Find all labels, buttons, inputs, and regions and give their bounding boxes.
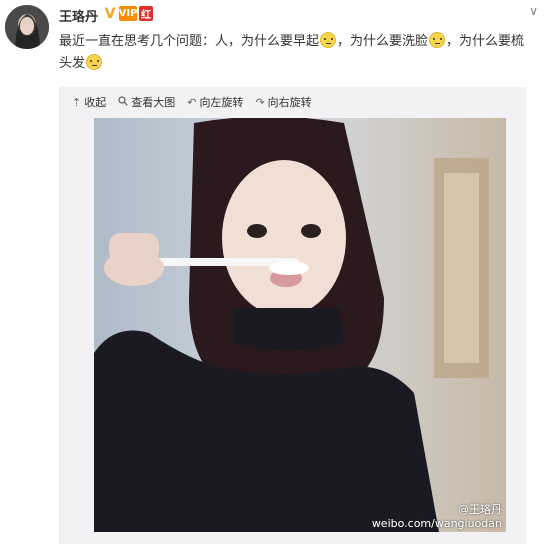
- awkward-smile-emoji-icon: [86, 54, 103, 70]
- post-text: 最近一直在思考几个问题：人，为什么要早起 ，为什么要洗脸 ，为什么要梳头发: [59, 31, 537, 75]
- post-photo[interactable]: @王珞丹 weibo.com/wangluodan: [94, 118, 506, 532]
- post-text-part: ，为什么要洗脸: [337, 34, 429, 49]
- watermark-handle: @王珞丹: [458, 503, 502, 516]
- rotate-left-label: 向左旋转: [199, 96, 244, 109]
- user-badges: V VIP 红: [103, 6, 153, 22]
- red-envelope-badge-icon[interactable]: 红: [139, 6, 153, 21]
- vip-badge-icon[interactable]: VIP: [119, 6, 137, 21]
- media-card: ⇡ 收起 查看大图 ↶ 向左旋转 ↷ 向右旋转 @王珞丹 weibo.com/w…: [59, 87, 526, 544]
- media-toolbar: ⇡ 收起 查看大图 ↶ 向左旋转 ↷ 向右旋转: [72, 94, 312, 110]
- rotate-right-icon: ↷: [255, 95, 265, 109]
- magnifier-icon: [118, 95, 128, 109]
- watermark-url: weibo.com/wangluodan: [371, 517, 502, 530]
- image-watermark: @王珞丹 weibo.com/wangluodan: [372, 501, 502, 530]
- rotate-left-button[interactable]: ↶ 向左旋转: [187, 94, 243, 110]
- verified-badge-icon[interactable]: V: [103, 6, 117, 22]
- awkward-smile-emoji-icon: [320, 32, 337, 48]
- avatar[interactable]: [5, 5, 49, 49]
- rotate-left-icon: ↶: [187, 95, 197, 109]
- avatar-image: [5, 5, 49, 49]
- selfie-photo: [94, 118, 506, 532]
- rotate-right-button[interactable]: ↷ 向右旋转: [255, 94, 311, 110]
- rotate-right-label: 向右旋转: [267, 96, 312, 109]
- chevron-down-icon[interactable]: ∨: [529, 4, 538, 18]
- view-large-label: 查看大图: [131, 96, 176, 109]
- view-large-button[interactable]: 查看大图: [118, 94, 175, 110]
- username[interactable]: 王珞丹: [59, 6, 98, 25]
- collapse-button[interactable]: ⇡ 收起: [72, 94, 106, 110]
- arrow-up-icon: ⇡: [72, 95, 82, 109]
- post-text-part: 最近一直在思考几个问题：人，为什么要早起: [59, 34, 320, 49]
- collapse-label: 收起: [84, 96, 107, 109]
- awkward-smile-emoji-icon: [429, 32, 446, 48]
